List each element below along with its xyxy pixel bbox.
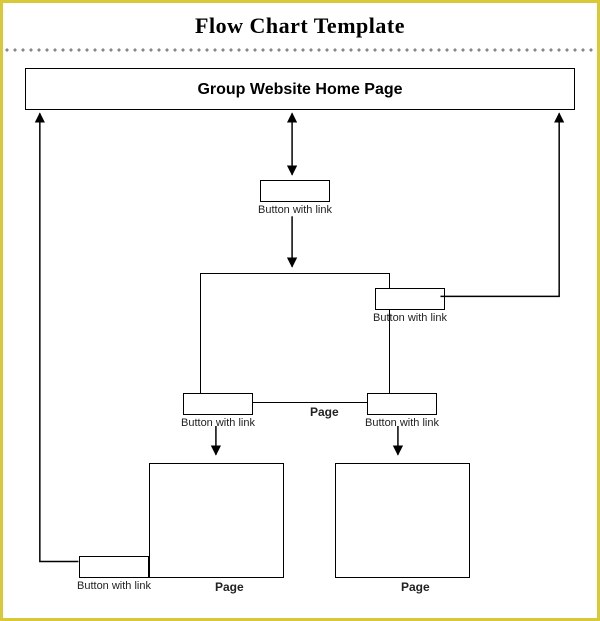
label-button-right-top: Button with link: [373, 312, 447, 324]
label-page-right: Page: [401, 580, 430, 594]
label-button-left-mid: Button with link: [181, 417, 255, 429]
label-button-bottom-left: Button with link: [77, 580, 151, 592]
node-button-left-mid: [183, 393, 253, 415]
node-page-left: [149, 463, 284, 578]
node-button-bottom-left: [79, 556, 149, 578]
label-button-right-mid: Button with link: [365, 417, 439, 429]
node-button-right-top: [375, 288, 445, 310]
node-button-right-mid: [367, 393, 437, 415]
diagram-frame: Flow Chart Template Group Website Home P…: [0, 0, 600, 621]
label-page-center: Page: [310, 405, 339, 419]
label-button-1: Button with link: [258, 204, 332, 216]
divider-dots: [3, 47, 597, 53]
node-page-center: [200, 273, 390, 403]
flowchart-canvas: Group Website Home Page Button with link…: [15, 58, 585, 608]
label-page-left: Page: [215, 580, 244, 594]
node-button-1: [260, 180, 330, 202]
node-home: Group Website Home Page: [25, 68, 575, 110]
page-title: Flow Chart Template: [3, 3, 597, 47]
node-page-right: [335, 463, 470, 578]
